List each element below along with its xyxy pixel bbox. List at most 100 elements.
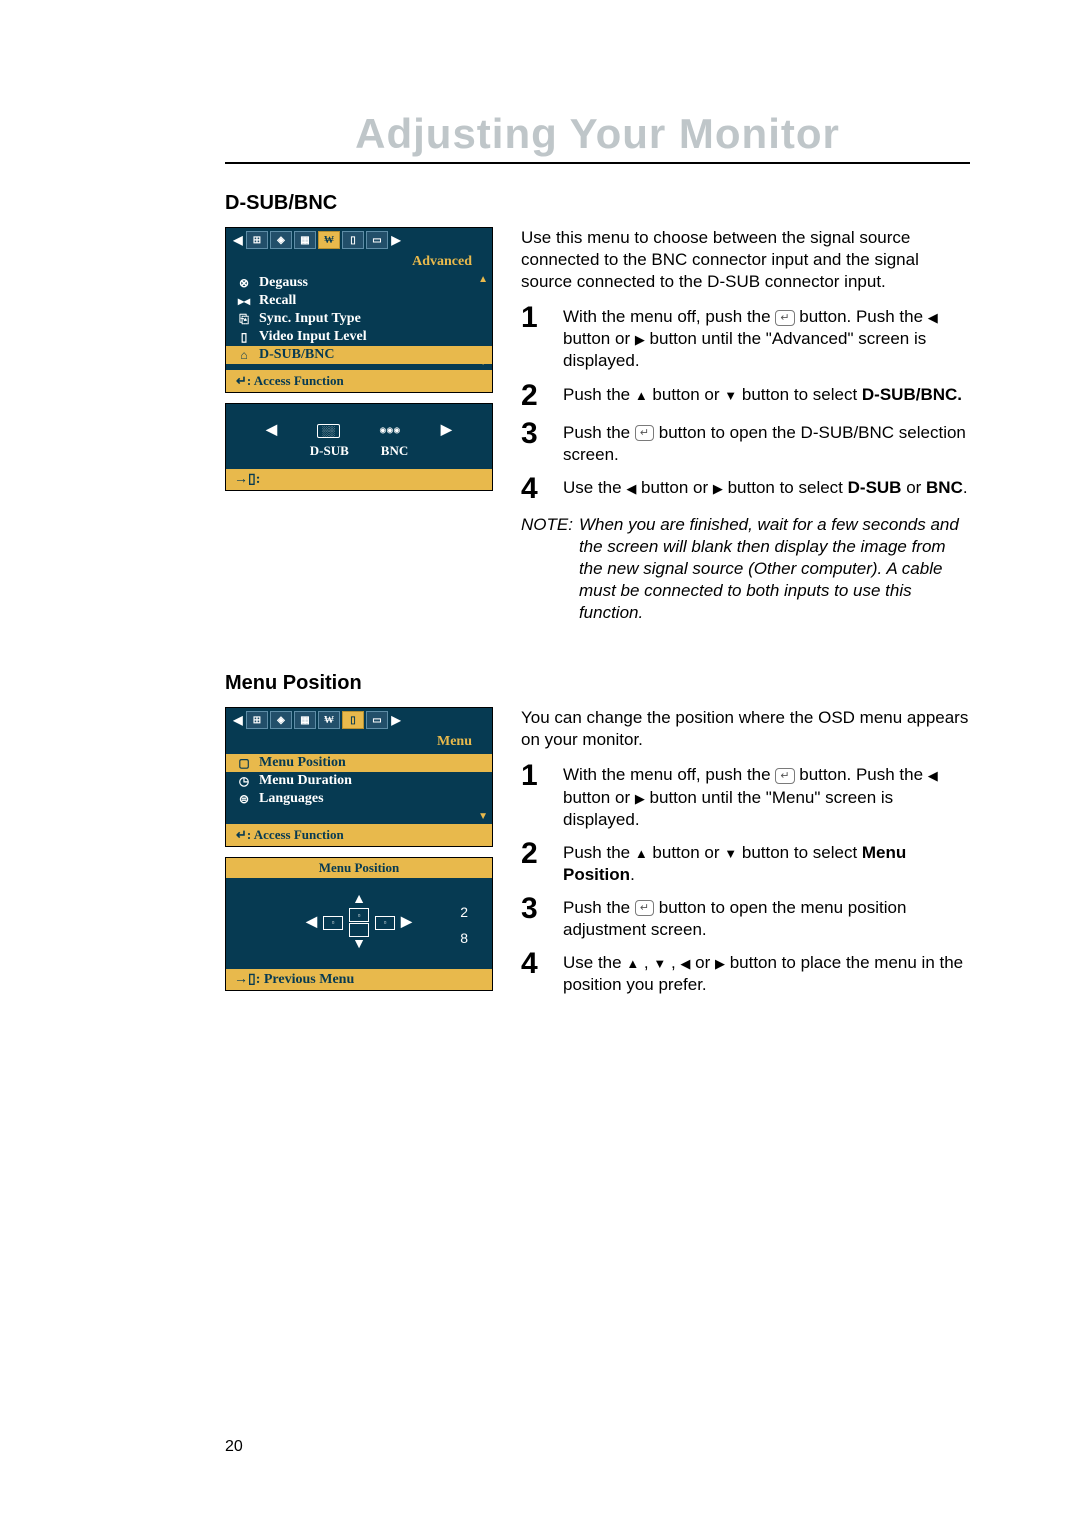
title-rule — [225, 162, 970, 164]
osd-item: ⊗ Degauss — [236, 274, 482, 292]
tab-icon: ⊞ — [246, 231, 268, 249]
osd-footer-text: : Access Function — [247, 373, 344, 388]
bnc-icon: ◉◉◉ — [380, 425, 401, 436]
pos-value-x: 2 — [460, 904, 468, 920]
step-text: With the menu off, push the ↵ button. Pu… — [563, 764, 970, 830]
down-triangle-icon: ▼ — [724, 846, 737, 861]
enter-icon: ↵ — [236, 373, 247, 388]
t: With the menu off, push the — [563, 765, 775, 784]
step-number: 2 — [521, 839, 545, 869]
down-triangle-icon: ▼ — [352, 937, 366, 953]
step-row: 1 With the menu off, push the ↵ button. … — [521, 761, 970, 830]
t: Use the — [563, 478, 626, 497]
sub-footer-text: : Previous Menu — [256, 972, 355, 987]
section2: ◀ ⊞ ◈ ▦ ₩ ▯ ▭ ▶ Menu ▲ ▢Menu Position ◷M… — [225, 707, 970, 1004]
step-number: 4 — [521, 949, 545, 979]
recall-icon: ▸◂ — [236, 294, 252, 309]
right-triangle-icon: ▶ — [401, 914, 412, 931]
step-text: Push the ↵ button to open the D-SUB/BNC … — [563, 422, 970, 466]
osd-submenu-position: Menu Position ▲ ◀ ▫ ▫ ▫ ▶ ▼ 2 — [225, 857, 493, 991]
step-number: 3 — [521, 894, 545, 924]
section1-title: D-SUB/BNC — [225, 192, 970, 215]
left-triangle-icon: ◀ — [928, 768, 938, 783]
t: D-SUB — [848, 478, 902, 497]
t: button to select — [737, 385, 862, 404]
t: . — [963, 478, 968, 497]
position-diagram: ▲ ◀ ▫ ▫ ▫ ▶ ▼ 2 8 — [236, 886, 482, 959]
step-number: 1 — [521, 303, 545, 333]
step-text: Use the ▲ , ▼ , ◀ or ▶ button to place t… — [563, 952, 970, 996]
note: NOTE: When you are finished, wait for a … — [521, 514, 970, 624]
t: button to select — [723, 478, 848, 497]
step-row: 4 Use the ▲ , ▼ , ◀ or ▶ button to place… — [521, 949, 970, 996]
tab-icon: ▦ — [294, 231, 316, 249]
osd-item-label: Languages — [259, 791, 324, 807]
tab-icon-active: ₩ — [318, 231, 340, 249]
t: . — [630, 865, 635, 884]
up-triangle-icon: ▲ — [635, 388, 648, 403]
t: Push the — [563, 898, 635, 917]
enter-icon: ↵ — [236, 827, 247, 842]
note-body: When you are finished, wait for a few se… — [579, 514, 970, 624]
step-row: 2 Push the ▲ button or ▼ button to selec… — [521, 381, 970, 411]
video-level-icon: ▯ — [236, 330, 252, 345]
step-number: 2 — [521, 381, 545, 411]
osd-menu-advanced: ◀ ⊞ ◈ ▦ ₩ ▯ ▭ ▶ Advanced ▲ ⊗Degauss ▸◂Re… — [225, 227, 493, 393]
enter-button-icon: ↵ — [775, 310, 794, 326]
degauss-icon: ⊗ — [236, 276, 252, 291]
arrow-icon: →▯ — [234, 972, 256, 987]
sync-icon: ⎘ — [236, 312, 252, 327]
osd-item-selected: ▢Menu Position — [226, 754, 492, 772]
osd-item: ⊜ Languages — [236, 790, 482, 808]
right-arrow-icon: ▶ — [441, 422, 452, 439]
tab-icon: ◈ — [270, 231, 292, 249]
enter-button-icon: ↵ — [775, 768, 794, 784]
pos-value-y: 8 — [460, 930, 468, 946]
enter-button-icon: ↵ — [635, 425, 654, 441]
osd-item-label: D-SUB/BNC — [259, 347, 334, 363]
t: button or — [563, 788, 635, 807]
step-text: With the menu off, push the ↵ button. Pu… — [563, 306, 970, 372]
left-triangle-icon: ◀ — [626, 481, 636, 496]
osd-item-label: Recall — [259, 293, 296, 309]
right-triangle-icon: ▶ — [635, 791, 645, 806]
osd-header: Advanced — [226, 252, 492, 272]
t: button or — [648, 843, 725, 862]
step-row: 1 With the menu off, push the ↵ button. … — [521, 303, 970, 372]
osd-menu-menu: ◀ ⊞ ◈ ▦ ₩ ▯ ▭ ▶ Menu ▲ ▢Menu Position ◷M… — [225, 707, 493, 847]
t: button. Push the — [795, 765, 928, 784]
t: With the menu off, push the — [563, 307, 775, 326]
scroll-up-icon: ▲ — [478, 754, 488, 765]
osd-header: Menu — [226, 732, 492, 752]
tab-icon: ▦ — [294, 711, 316, 729]
t: Use the — [563, 953, 626, 972]
section1: ◀ ⊞ ◈ ▦ ₩ ▯ ▭ ▶ Advanced ▲ ⊗Degauss ▸◂Re… — [225, 227, 970, 624]
down-triangle-icon: ▼ — [724, 388, 737, 403]
osd-footer: ↵: Access Function — [226, 824, 492, 846]
osd-item: ⎘ Sync. Input Type — [236, 310, 482, 328]
right-arrow-icon: ▶ — [390, 231, 402, 249]
t: or — [901, 478, 926, 497]
page-number: 20 — [225, 1438, 243, 1456]
osd-submenu-dsub: ◀ ░░ ◉◉◉ ▶ D-SUB BNC →▯: — [225, 403, 493, 491]
step-text: Use the ◀ button or ▶ button to select D… — [563, 477, 970, 499]
t: Push the — [563, 843, 635, 862]
step-row: 3 Push the ↵ button to open the D-SUB/BN… — [521, 419, 970, 466]
right-triangle-icon: ▶ — [713, 481, 723, 496]
t: button. Push the — [795, 307, 928, 326]
dsub-bnc-icon: ⌂ — [236, 348, 252, 363]
section1-intro: Use this menu to choose between the sign… — [521, 227, 970, 293]
osd-item-label: Sync. Input Type — [259, 311, 361, 327]
t: Push the — [563, 423, 635, 442]
languages-icon: ⊜ — [236, 792, 252, 807]
dsub-icon: ░░ — [317, 424, 340, 438]
menu-position-icon: ▢ — [236, 756, 252, 771]
t: BNC — [926, 478, 963, 497]
tab-icon: ₩ — [318, 711, 340, 729]
t: button or — [636, 478, 713, 497]
page-title: Adjusting Your Monitor — [225, 110, 970, 158]
left-arrow-icon: ◀ — [266, 422, 277, 439]
option-label: BNC — [381, 443, 408, 459]
osd-item-label: Degauss — [259, 275, 308, 291]
tab-icon-active: ▯ — [342, 711, 364, 729]
